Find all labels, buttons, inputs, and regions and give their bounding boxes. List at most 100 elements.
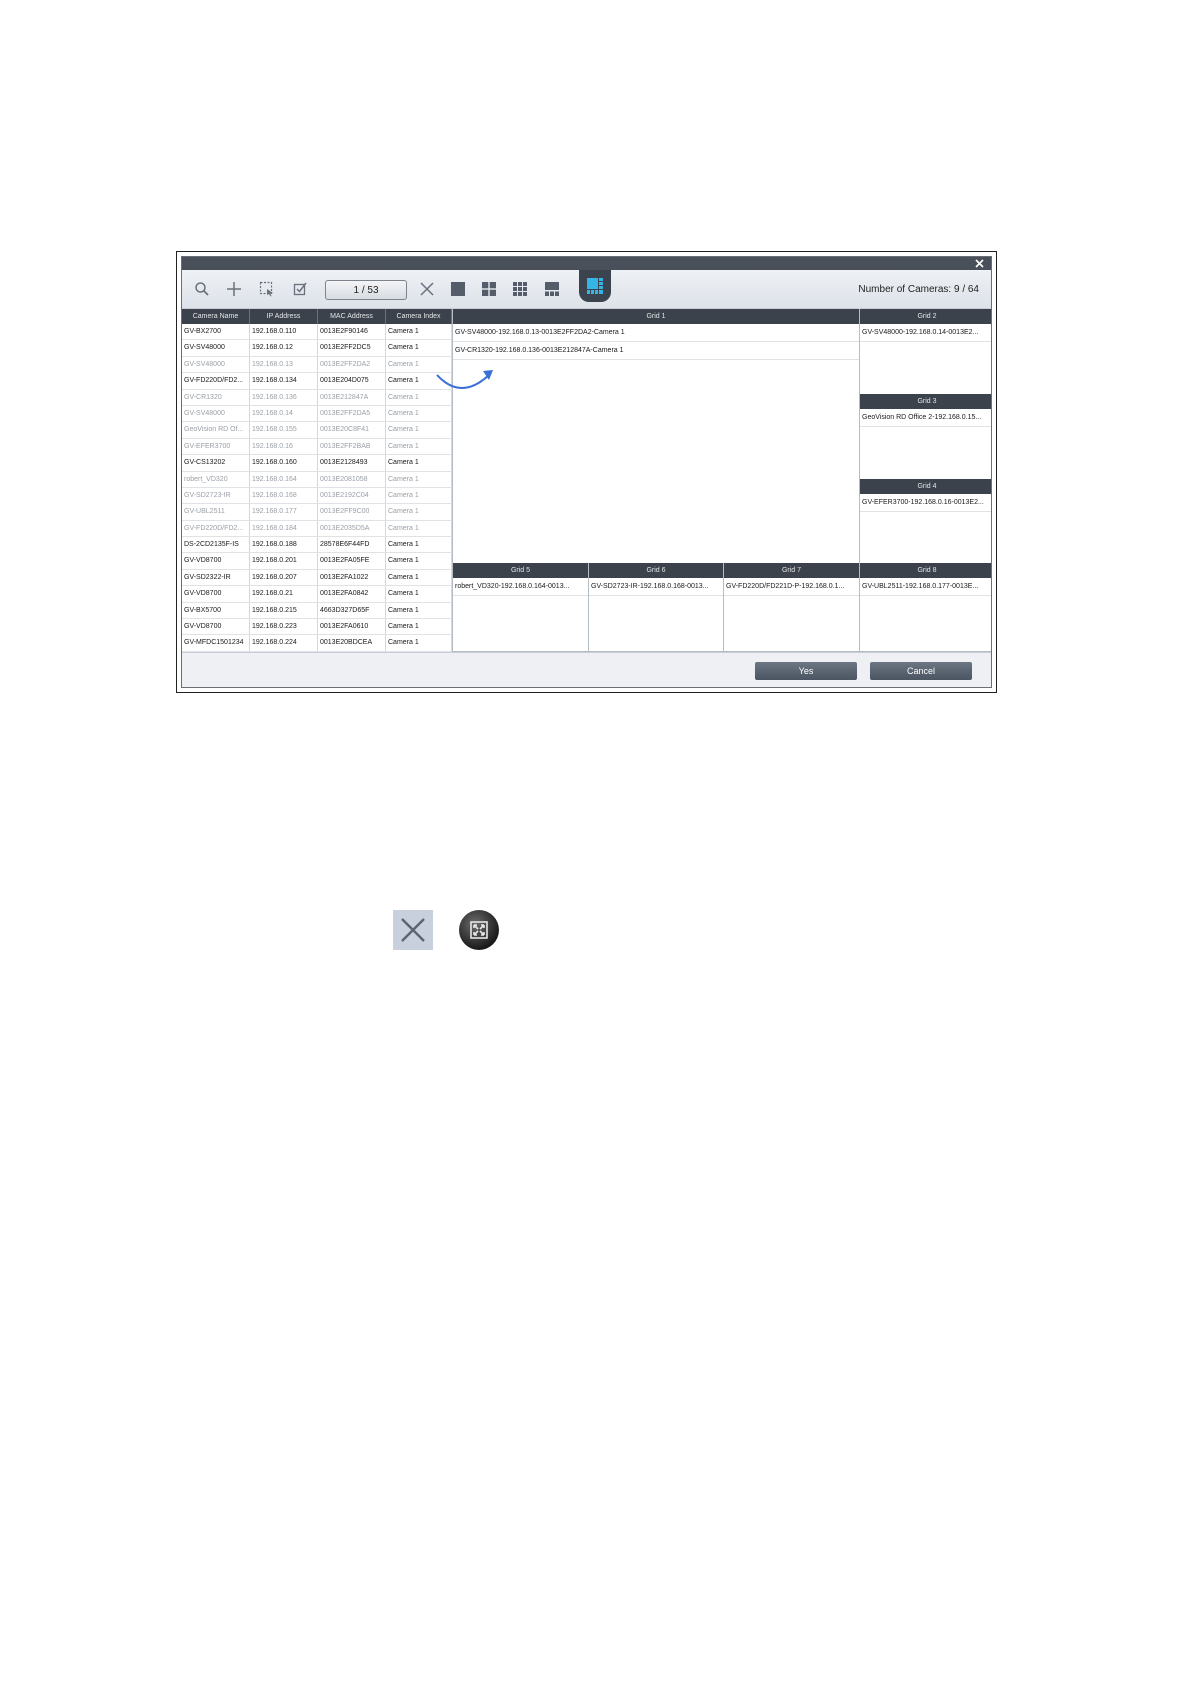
table-cell-index: Camera 1 — [386, 487, 452, 504]
table-cell-mac: 0013E2FF2DA2 — [318, 356, 386, 373]
grid-4-panel[interactable]: Grid 4 GV-EFER3700-192.168.0.16-0013E2..… — [859, 479, 991, 564]
table-cell-ip: 192.168.0.215 — [250, 602, 318, 619]
layout-4-icon[interactable] — [479, 279, 499, 299]
table-row[interactable]: GV-VD8700 192.168.0.201 0013E2FA05FE Camera… — [182, 553, 452, 570]
grid-header: Grid 5 — [453, 563, 588, 578]
add-icon[interactable] — [224, 279, 244, 299]
grid-2-panel[interactable]: Grid 2 GV-SV48000-192.168.0.14-0013E2... — [859, 309, 991, 395]
grid-item[interactable]: GV-EFER3700-192.168.0.16-0013E2... — [860, 494, 991, 512]
grid-item[interactable]: GV-CR1320-192.168.0.136-0013E212847A-Cam… — [453, 342, 859, 360]
table-cell-name: robert_VD320 — [182, 471, 250, 487]
table-cell-ip: 192.168.0.12 — [250, 340, 318, 356]
grid-7-panel[interactable]: Grid 7 GV-FD220D/FD221D-P-192.168.0.1... — [723, 563, 860, 652]
layout-6-icon[interactable] — [542, 279, 562, 299]
table-row[interactable]: DS-2CD2135F-IS 192.168.0.188 28578E6F44FD C… — [182, 537, 452, 554]
table-cell-name: GV-FD220D/FD2... — [182, 520, 250, 537]
camera-table-header: Camera Name IP Address MAC Address Camer… — [182, 309, 452, 324]
table-row[interactable]: GV-CS13202 192.168.0.160 0013E2128493 Camer… — [182, 455, 452, 472]
table-row[interactable]: GeoVision RD Of... 192.168.0.155 0013E20C8… — [182, 422, 452, 439]
table-cell-name: GV-MFDC1501234 — [182, 635, 250, 651]
cancel-button[interactable]: Cancel — [870, 662, 972, 680]
table-cell-index: Camera 1 — [386, 569, 452, 586]
table-cell-index: Camera 1 — [386, 602, 452, 619]
table-cell-mac: 0013E2FA0610 — [318, 619, 386, 635]
grid-item[interactable]: GV-SV48000-192.168.0.13-0013E2FF2DA2-Cam… — [453, 324, 859, 342]
grid-item[interactable]: GV-SD2723-IR-192.168.0.168-0013... — [589, 578, 723, 596]
table-row[interactable]: GV-FD220D/FD2... 192.168.0.184 0013E2035D5… — [182, 520, 452, 538]
camera-table-body: GV-BX2700 192.168.0.110 0013E2F90146 Camera… — [182, 324, 452, 652]
search-icon[interactable] — [192, 279, 212, 299]
table-row[interactable]: robert_VD320 192.168.0.164 0013E2081058 Cam… — [182, 471, 452, 488]
table-cell-index: Camera 1 — [386, 422, 452, 438]
table-cell-mac: 0013E2FF9C00 — [318, 504, 386, 520]
grid-8-panel[interactable]: Grid 8 GV-UBL2511-192.168.0.177-0013E... — [859, 563, 991, 652]
table-row[interactable]: GV-FD220D/FD2... 192.168.0.134 0013E204D07… — [182, 373, 452, 390]
table-row[interactable]: GV-SD2723-IR 192.168.0.168 0013E2192C04 Cam… — [182, 487, 452, 505]
grid-5-panel[interactable]: Grid 5 robert_VD320-192.168.0.164-0013..… — [452, 563, 589, 652]
layout-9-icon[interactable] — [510, 279, 530, 299]
table-cell-name: GV-SV48000 — [182, 405, 250, 422]
table-cell-name: GV-SV48000 — [182, 356, 250, 373]
table-cell-index: Camera 1 — [386, 635, 452, 651]
yes-button[interactable]: Yes — [755, 662, 857, 680]
grid-6-panel[interactable]: Grid 6 GV-SD2723-IR-192.168.0.168-0013..… — [588, 563, 724, 652]
grid-header: Grid 8 — [860, 563, 991, 578]
table-row[interactable]: GV-BX5700 192.168.0.215 4663D327D65F Camera… — [182, 602, 452, 620]
table-cell-name: GV-SV48000 — [182, 340, 250, 356]
table-cell-index: Camera 1 — [386, 520, 452, 537]
grid-header: Grid 2 — [860, 309, 991, 324]
table-cell-mac: 0013E2035D5A — [318, 520, 386, 537]
grid-item[interactable]: GV-UBL2511-192.168.0.177-0013E... — [860, 578, 991, 596]
table-cell-index: Camera 1 — [386, 471, 452, 487]
table-cell-mac: 0013E2FA05FE — [318, 553, 386, 569]
grid-item[interactable]: GV-FD220D/FD221D-P-192.168.0.1... — [724, 578, 859, 596]
table-cell-name: GV-CS13202 — [182, 455, 250, 471]
column-header[interactable]: Camera Index — [386, 309, 452, 324]
layout-custom-icon[interactable] — [579, 270, 611, 302]
column-header[interactable]: IP Address — [250, 309, 318, 324]
table-cell-ip: 192.168.0.184 — [250, 520, 318, 537]
grid-item[interactable]: robert_VD320-192.168.0.164-0013... — [453, 578, 588, 596]
grid-header: Grid 7 — [724, 563, 859, 578]
select-icon[interactable] — [257, 279, 277, 299]
table-row[interactable]: GV-UBL2511 192.168.0.177 0013E2FF9C00 Camer… — [182, 504, 452, 521]
camera-table: Camera Name IP Address MAC Address Camer… — [182, 309, 452, 652]
table-cell-ip: 192.168.0.21 — [250, 586, 318, 602]
table-cell-name: GV-CR1320 — [182, 389, 250, 405]
table-row[interactable]: GV-SV48000 192.168.0.14 0013E2FF2DA5 Camera… — [182, 405, 452, 423]
table-row[interactable]: GV-BX2700 192.168.0.110 0013E2F90146 Camera… — [182, 324, 452, 341]
check-icon[interactable] — [290, 279, 310, 299]
table-row[interactable]: GV-VD8700 192.168.0.223 0013E2FA0610 Camera… — [182, 619, 452, 636]
table-row[interactable]: GV-MFDC1501234 192.168.0.224 0013E20BDCEA C… — [182, 635, 452, 652]
grid-1-panel[interactable]: Grid 1 GV-SV48000-192.168.0.13-0013E2FF2… — [436, 309, 860, 564]
table-row[interactable]: GV-EFER3700 192.168.0.16 0013E2FF2BAB Camer… — [182, 438, 452, 456]
page-indicator[interactable]: 1 / 53 — [325, 280, 407, 300]
table-cell-index: Camera 1 — [386, 438, 452, 455]
grid-header: Grid 4 — [860, 479, 991, 494]
table-cell-name: GV-FD220D/FD2... — [182, 373, 250, 389]
drag-arrow-icon — [436, 370, 493, 389]
table-cell-ip: 192.168.0.155 — [250, 422, 318, 438]
clear-icon[interactable] — [417, 279, 437, 299]
table-cell-mac: 0013E2FF2DA5 — [318, 405, 386, 422]
grid-3-panel[interactable]: Grid 3 GeoVision RD Office 2-192.168.0.1… — [859, 394, 991, 480]
column-header[interactable]: Camera Name — [182, 309, 250, 324]
table-cell-name: GV-SD2322-IR — [182, 569, 250, 586]
grid-item[interactable]: GV-SV48000-192.168.0.14-0013E2... — [860, 324, 991, 342]
table-row[interactable]: GV-SV48000 192.168.0.12 0013E2FF2DC5 Camera… — [182, 340, 452, 357]
table-row[interactable]: GV-CR1320 192.168.0.136 0013E212847A Camera… — [182, 389, 452, 406]
table-cell-ip: 192.168.0.207 — [250, 569, 318, 586]
table-cell-mac: 0013E2081058 — [318, 471, 386, 487]
grid-item[interactable]: GeoVision RD Office 2-192.168.0.15... — [860, 409, 991, 427]
table-cell-ip: 192.168.0.134 — [250, 373, 318, 389]
fullscreen-icon — [459, 910, 499, 950]
column-header[interactable]: MAC Address — [318, 309, 386, 324]
table-row[interactable]: GV-SV48000 192.168.0.13 0013E2FF2DA2 Camera… — [182, 356, 452, 374]
layout-1-icon[interactable] — [448, 279, 468, 299]
close-icon[interactable] — [974, 258, 985, 269]
table-cell-ip: 192.168.0.177 — [250, 504, 318, 520]
table-row[interactable]: GV-SD2322-IR 192.168.0.207 0013E2FA1022 Cam… — [182, 569, 452, 587]
table-row[interactable]: GV-VD8700 192.168.0.21 0013E2FA0842 Camera … — [182, 586, 452, 603]
toolbar: 1 / 53 Number of Cameras: 9 / 64 — [182, 270, 991, 309]
table-cell-index: Camera 1 — [386, 553, 452, 569]
